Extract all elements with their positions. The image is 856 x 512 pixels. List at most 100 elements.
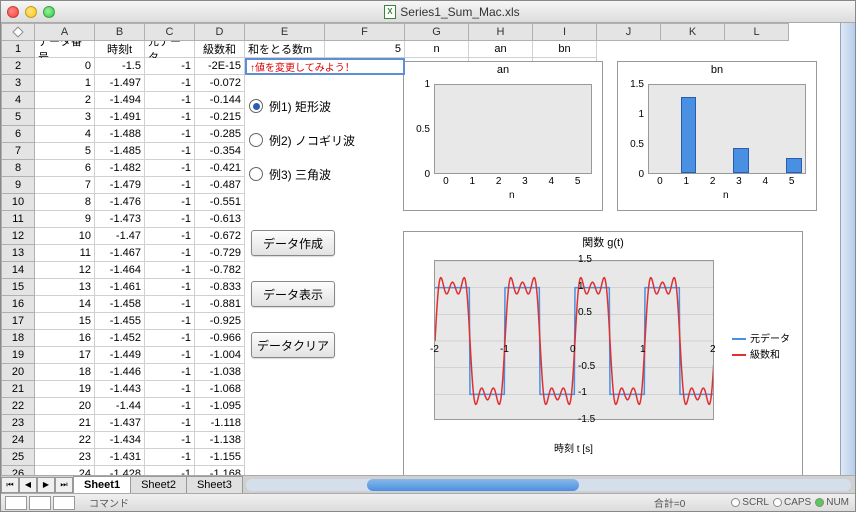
cell-D6[interactable]: -0.285 xyxy=(195,126,245,143)
cell-E1[interactable]: 和をとる数m xyxy=(245,41,325,58)
cell-B18[interactable]: -1.452 xyxy=(95,330,145,347)
row-header-9[interactable]: 9 xyxy=(1,177,35,194)
cell-D11[interactable]: -0.613 xyxy=(195,211,245,228)
cell-D7[interactable]: -0.354 xyxy=(195,143,245,160)
col-header-H[interactable]: H xyxy=(469,23,533,41)
cell-A3[interactable]: 1 xyxy=(35,75,95,92)
cell-D19[interactable]: -1.004 xyxy=(195,347,245,364)
row-header-16[interactable]: 16 xyxy=(1,296,35,313)
view-layout-icon[interactable] xyxy=(29,496,51,510)
cell-C5[interactable]: -1 xyxy=(145,109,195,126)
row-header-13[interactable]: 13 xyxy=(1,245,35,262)
cell-A13[interactable]: 11 xyxy=(35,245,95,262)
cell-I1[interactable]: bn xyxy=(533,41,597,58)
cell-D3[interactable]: -0.072 xyxy=(195,75,245,92)
cell-D24[interactable]: -1.138 xyxy=(195,432,245,449)
cell-B12[interactable]: -1.47 xyxy=(95,228,145,245)
cell-B1[interactable]: 時刻t xyxy=(95,41,145,58)
cell-A15[interactable]: 13 xyxy=(35,279,95,296)
row-header-17[interactable]: 17 xyxy=(1,313,35,330)
view-preview-icon[interactable] xyxy=(53,496,75,510)
cell-C10[interactable]: -1 xyxy=(145,194,195,211)
row-header-24[interactable]: 24 xyxy=(1,432,35,449)
cell-A12[interactable]: 10 xyxy=(35,228,95,245)
cell-D15[interactable]: -0.833 xyxy=(195,279,245,296)
cell-D2[interactable]: -2E-15 xyxy=(195,58,245,75)
close-button[interactable] xyxy=(7,6,19,18)
cell-D12[interactable]: -0.672 xyxy=(195,228,245,245)
col-header-J[interactable]: J xyxy=(597,23,661,41)
cell-D20[interactable]: -1.038 xyxy=(195,364,245,381)
sheet-nav-first[interactable]: ⏮ xyxy=(1,477,19,493)
cell-C19[interactable]: -1 xyxy=(145,347,195,364)
row-header-6[interactable]: 6 xyxy=(1,126,35,143)
row-header-14[interactable]: 14 xyxy=(1,262,35,279)
col-header-C[interactable]: C xyxy=(145,23,195,41)
cell-B9[interactable]: -1.479 xyxy=(95,177,145,194)
cell-C24[interactable]: -1 xyxy=(145,432,195,449)
col-header-B[interactable]: B xyxy=(95,23,145,41)
cell-B3[interactable]: -1.497 xyxy=(95,75,145,92)
cell-B7[interactable]: -1.485 xyxy=(95,143,145,160)
cell-C15[interactable]: -1 xyxy=(145,279,195,296)
cell-D1[interactable]: 級数和 xyxy=(195,41,245,58)
col-header-K[interactable]: K xyxy=(661,23,725,41)
cell-A6[interactable]: 4 xyxy=(35,126,95,143)
cell-C4[interactable]: -1 xyxy=(145,92,195,109)
cell-A5[interactable]: 3 xyxy=(35,109,95,126)
sheet-nav-last[interactable]: ⏭ xyxy=(55,477,73,493)
col-header-G[interactable]: G xyxy=(405,23,469,41)
cell-A10[interactable]: 8 xyxy=(35,194,95,211)
cell-C26[interactable]: -1 xyxy=(145,466,195,475)
cell-C9[interactable]: -1 xyxy=(145,177,195,194)
cell-B8[interactable]: -1.482 xyxy=(95,160,145,177)
cell-A24[interactable]: 22 xyxy=(35,432,95,449)
cell-C23[interactable]: -1 xyxy=(145,415,195,432)
cell-A2[interactable]: 0 xyxy=(35,58,95,75)
cell-C18[interactable]: -1 xyxy=(145,330,195,347)
col-header-D[interactable]: D xyxy=(195,23,245,41)
cell-A17[interactable]: 15 xyxy=(35,313,95,330)
cell-B23[interactable]: -1.437 xyxy=(95,415,145,432)
cell-B6[interactable]: -1.488 xyxy=(95,126,145,143)
row-header-23[interactable]: 23 xyxy=(1,415,35,432)
sheet-nav-next[interactable]: ▶ xyxy=(37,477,55,493)
cell-C12[interactable]: -1 xyxy=(145,228,195,245)
cell-C14[interactable]: -1 xyxy=(145,262,195,279)
cell-D22[interactable]: -1.095 xyxy=(195,398,245,415)
cell-A23[interactable]: 21 xyxy=(35,415,95,432)
col-header-F[interactable]: F xyxy=(325,23,405,41)
row-header-19[interactable]: 19 xyxy=(1,347,35,364)
cell-B10[interactable]: -1.476 xyxy=(95,194,145,211)
row-header-12[interactable]: 12 xyxy=(1,228,35,245)
col-header-A[interactable]: A xyxy=(35,23,95,41)
cell-D10[interactable]: -0.551 xyxy=(195,194,245,211)
cell-C21[interactable]: -1 xyxy=(145,381,195,398)
cell-A20[interactable]: 18 xyxy=(35,364,95,381)
cell-B22[interactable]: -1.44 xyxy=(95,398,145,415)
cell-B26[interactable]: -1.428 xyxy=(95,466,145,475)
row-header-2[interactable]: 2 xyxy=(1,58,35,75)
cell-D25[interactable]: -1.155 xyxy=(195,449,245,466)
cell-B13[interactable]: -1.467 xyxy=(95,245,145,262)
sheet-nav-prev[interactable]: ◀ xyxy=(19,477,37,493)
cell-C8[interactable]: -1 xyxy=(145,160,195,177)
cell-D4[interactable]: -0.144 xyxy=(195,92,245,109)
col-header-I[interactable]: I xyxy=(533,23,597,41)
clear-button[interactable]: データクリア xyxy=(251,332,335,358)
row-header-25[interactable]: 25 xyxy=(1,449,35,466)
cell-D17[interactable]: -0.925 xyxy=(195,313,245,330)
sheet-tab-Sheet3[interactable]: Sheet3 xyxy=(186,476,243,493)
cell-D21[interactable]: -1.068 xyxy=(195,381,245,398)
cell-A4[interactable]: 2 xyxy=(35,92,95,109)
sheet-tab-Sheet1[interactable]: Sheet1 xyxy=(73,476,131,493)
radio-option-2[interactable]: 例3) 三角波 xyxy=(249,162,331,186)
cell-C13[interactable]: -1 xyxy=(145,245,195,262)
cell-B20[interactable]: -1.446 xyxy=(95,364,145,381)
cell-B11[interactable]: -1.473 xyxy=(95,211,145,228)
row-header-11[interactable]: 11 xyxy=(1,211,35,228)
row-header-10[interactable]: 10 xyxy=(1,194,35,211)
cell-A21[interactable]: 19 xyxy=(35,381,95,398)
sheet-tab-Sheet2[interactable]: Sheet2 xyxy=(130,476,187,493)
row-header-26[interactable]: 26 xyxy=(1,466,35,475)
